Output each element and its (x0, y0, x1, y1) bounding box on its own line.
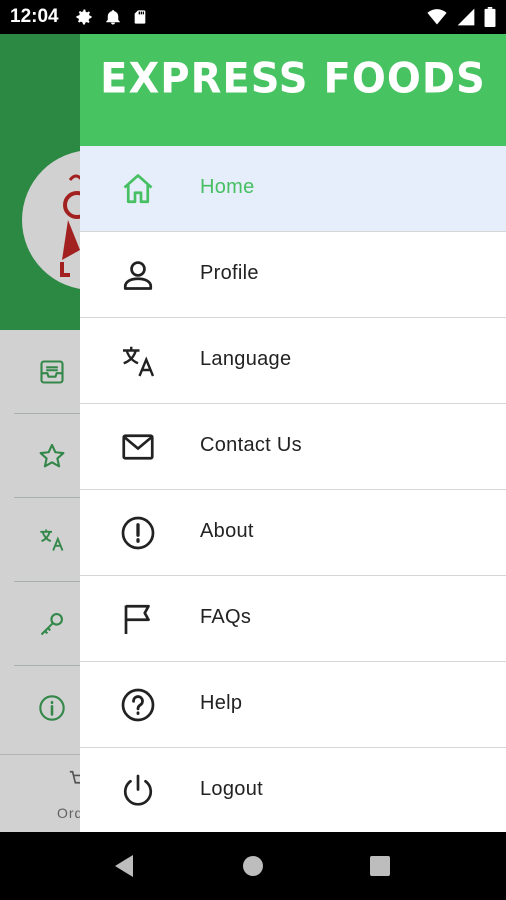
brand-logo-text: EXPRESS FOODS (100, 54, 486, 104)
menu-item-label: Logout (200, 778, 263, 800)
bell-icon (104, 7, 122, 27)
status-bar: 12:04 (0, 0, 506, 34)
wifi-icon (426, 7, 448, 27)
navigation-drawer: EXPRESS FOODS Home Profile Language Contact… (80, 34, 506, 834)
alert-circle-icon (120, 515, 156, 551)
menu-item-language[interactable]: Language (80, 318, 506, 404)
home-icon (120, 171, 156, 207)
battery-icon (484, 7, 496, 27)
power-icon (120, 773, 156, 809)
sd-card-icon (132, 7, 148, 27)
menu-item-label: Profile (200, 262, 259, 284)
menu-item-contact-us[interactable]: Contact Us (80, 404, 506, 490)
menu-item-label: Contact Us (200, 434, 302, 456)
menu-item-logout[interactable]: Logout (80, 748, 506, 834)
person-icon (120, 257, 156, 293)
menu-item-label: Home (200, 176, 255, 198)
menu-item-label: Help (200, 692, 243, 714)
recent-apps-icon[interactable] (370, 856, 390, 881)
menu-item-faqs[interactable]: FAQs (80, 576, 506, 662)
signal-icon (456, 7, 476, 27)
gear-icon (74, 7, 94, 27)
menu-item-profile[interactable]: Profile (80, 232, 506, 318)
status-left-icons (74, 7, 148, 27)
menu-item-label: About (200, 520, 254, 542)
home-nav-icon[interactable] (243, 856, 263, 881)
back-icon[interactable] (113, 854, 135, 883)
status-time: 12:04 (10, 6, 59, 27)
flag-icon (120, 601, 156, 637)
help-circle-icon (120, 687, 156, 723)
system-nav-bar (0, 832, 506, 900)
status-right-icons (426, 7, 496, 27)
menu-item-label: FAQs (200, 606, 252, 628)
menu-item-home[interactable]: Home (80, 146, 506, 232)
menu-item-label: Language (200, 348, 292, 370)
drawer-header: EXPRESS FOODS (80, 34, 506, 146)
menu-item-help[interactable]: Help (80, 662, 506, 748)
mail-icon (120, 429, 156, 465)
menu-item-about[interactable]: About (80, 490, 506, 576)
translate-icon (120, 343, 156, 379)
